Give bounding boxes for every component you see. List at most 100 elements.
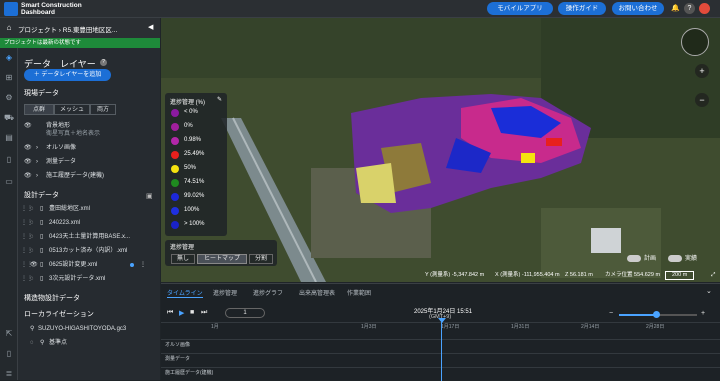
speed-input[interactable]: 1 xyxy=(225,308,265,318)
measure-icon[interactable]: ⊞ xyxy=(3,72,15,84)
guide-button[interactable]: 操作ガイド xyxy=(558,2,606,15)
design-file-row[interactable]: ⋮⋮ ◌ ▯ 0513カット済み（内訳）.xml xyxy=(18,246,160,256)
legend-swatch xyxy=(171,137,179,145)
tab-point-cloud[interactable]: 点群 xyxy=(24,104,54,115)
zoom-out-icon[interactable]: − xyxy=(609,310,613,317)
skip-back-icon[interactable]: ⏮ xyxy=(167,309,173,317)
stop-icon[interactable]: ■ xyxy=(190,309,194,316)
expand-icon[interactable]: ⤢ xyxy=(711,270,715,280)
design-file-row[interactable]: ⋮⋮ ◌ ▯ 豊田総地区.xml xyxy=(18,204,160,214)
help-icon[interactable]: ? xyxy=(684,3,695,14)
tab-progress-graph[interactable]: 進捗グラフ xyxy=(253,288,283,297)
survey-section-title: 現場データ xyxy=(24,90,59,97)
chevron-down-icon[interactable]: ⌄ xyxy=(706,287,712,295)
export-icon[interactable]: ⇱ xyxy=(3,328,15,340)
info-icon[interactable]: ? xyxy=(100,59,107,66)
play-icon[interactable]: ▶ xyxy=(179,309,184,317)
eye-off-icon[interactable]: ◌ xyxy=(30,204,34,214)
tab-timeline[interactable]: タイムライン xyxy=(167,288,203,298)
chevron-right-icon[interactable]: › xyxy=(36,171,38,181)
settings-icon[interactable]: ⚙ xyxy=(3,92,15,104)
tab-label: 両方 xyxy=(96,107,109,113)
vehicle-icon[interactable]: ⛟ xyxy=(3,112,15,124)
progress-legend: 進捗管理 (%) ✎ < 0% 0% 0.98% 25.49% 50% 74.51% 99.… xyxy=(165,93,227,236)
zoom-out-button[interactable]: − xyxy=(695,93,709,107)
more-icon[interactable]: ⋮ xyxy=(140,260,146,270)
eye-icon[interactable]: 👁 xyxy=(24,121,32,131)
chevron-right-icon[interactable]: › xyxy=(36,143,38,153)
mode-none-button[interactable]: 無し xyxy=(171,254,195,264)
eye-icon[interactable]: 👁 xyxy=(24,157,32,167)
plan-toggle[interactable] xyxy=(627,255,641,262)
layer-ortho[interactable]: 👁 › オルソ画像 xyxy=(18,143,160,153)
folder-icon[interactable]: ▣ xyxy=(146,192,153,200)
timeline-cursor[interactable] xyxy=(441,320,442,381)
avatar[interactable] xyxy=(699,3,710,14)
layer-survey[interactable]: 👁 › 測量データ xyxy=(18,157,160,167)
file-icon: ▯ xyxy=(40,220,44,226)
eye-off-icon[interactable]: ◌ xyxy=(30,246,34,256)
eye-off-icon[interactable]: ◌ xyxy=(30,218,34,228)
contact-button[interactable]: お問い合わせ xyxy=(612,2,664,15)
progress-mode-box: 進捗管理 無し ヒートマップ 分割 xyxy=(165,240,277,266)
tab-volume-table[interactable]: 出来高管理表 xyxy=(299,288,335,297)
actual-toggle[interactable] xyxy=(668,255,682,262)
mobile-app-button[interactable]: モバイルアプリ xyxy=(487,2,553,15)
design-file-row[interactable]: ⋮⋮ ◌ ▯ 240223.xml xyxy=(18,218,160,228)
list-icon[interactable]: ≣ xyxy=(3,368,15,380)
edit-icon[interactable]: ✎ xyxy=(217,96,222,103)
app-title: Smart Construction Dashboard xyxy=(21,2,91,16)
zoom-in-icon[interactable]: + xyxy=(701,310,705,317)
active-dot xyxy=(130,263,134,267)
tab-mesh[interactable]: メッシュ xyxy=(54,104,90,115)
phone-icon[interactable]: ▯ xyxy=(3,154,15,166)
project-breadcrumb[interactable]: プロジェクト › R5.東豊田地区区... xyxy=(18,24,117,34)
tab-both[interactable]: 両方 xyxy=(90,104,116,115)
layer-label: 測量データ xyxy=(46,159,77,165)
tab-label: タイムライン xyxy=(167,291,203,297)
tab-work-area[interactable]: 作業範囲 xyxy=(347,288,371,297)
compass-icon[interactable] xyxy=(681,28,709,56)
home-icon[interactable]: ⌂ xyxy=(4,23,14,33)
design-section-title: 設計データ xyxy=(24,192,59,199)
project-status: プロジェクトは最新の状態です xyxy=(0,38,160,48)
zoom-in-button[interactable]: + xyxy=(695,64,709,78)
chart-icon[interactable]: ▤ xyxy=(3,132,15,144)
tab-progress[interactable]: 進捗管理 xyxy=(213,288,237,297)
terrain-subtitle: 衛星写真＋地名表示 xyxy=(46,131,101,137)
file-icon[interactable]: ▯ xyxy=(3,348,15,360)
eye-icon[interactable]: 👁 xyxy=(24,171,32,181)
mode-split-button[interactable]: 分割 xyxy=(249,254,273,264)
tab-label: 作業範囲 xyxy=(347,291,372,297)
ruler-label: 1月17日 xyxy=(441,324,460,330)
eye-off-icon[interactable]: ◌ xyxy=(30,338,34,348)
eye-icon[interactable]: 👁 xyxy=(30,260,38,270)
camera-position: カメラ位置 554.629 m xyxy=(605,272,661,278)
chevron-right-icon[interactable]: › xyxy=(36,157,38,167)
mode-heatmap-button[interactable]: ヒートマップ xyxy=(197,254,247,264)
layers-icon[interactable]: ◈ xyxy=(3,52,15,64)
design-file-row[interactable]: ⋮⋮ ◌ ▯ 0423天土土量計算用BASE.x... xyxy=(18,232,160,242)
skip-forward-icon[interactable]: ⏭ xyxy=(201,309,207,317)
document-icon[interactable]: ▭ xyxy=(3,176,15,188)
bell-icon[interactable]: 🔔 xyxy=(670,3,681,14)
zoom-slider-handle[interactable] xyxy=(653,311,660,318)
localization-file-label: SUZUYO-HIGASHITOYODA.gc3 xyxy=(38,326,127,332)
legend-label: 25.49% xyxy=(184,151,205,157)
collapse-panel-icon[interactable]: ◀ xyxy=(148,23,153,31)
eye-off-icon[interactable]: ◌ xyxy=(30,274,34,284)
z-coordinate: Z 56.181 m xyxy=(565,272,593,278)
design-file-row[interactable]: ⋮⋮ 👁 ▯ 0625設計変更.xml ⋮ xyxy=(18,260,160,270)
design-file-row[interactable]: ⋮⋮ ◌ ▯ 3次元設計データ.xml xyxy=(18,274,160,284)
legend-label: > 100% xyxy=(184,221,205,227)
eye-icon[interactable]: 👁 xyxy=(24,143,32,153)
layer-construction-history[interactable]: 👁 › 施工履歴データ(建機) xyxy=(18,171,160,181)
eye-off-icon[interactable]: ◌ xyxy=(30,232,34,242)
layer-label: オルソ画像 xyxy=(46,145,77,151)
mobile-app-label: モバイルアプリ xyxy=(497,5,543,12)
add-layer-button[interactable]: ＋ データレイヤーを追加 xyxy=(24,69,111,81)
reference-point-row[interactable]: ◌ ⚲ 基準点 xyxy=(18,338,160,348)
timeline-cursor-handle[interactable] xyxy=(438,318,446,323)
localization-file-row[interactable]: ⚲ SUZUYO-HIGASHITOYODA.gc3 xyxy=(18,324,160,334)
legend-swatch xyxy=(171,151,179,159)
